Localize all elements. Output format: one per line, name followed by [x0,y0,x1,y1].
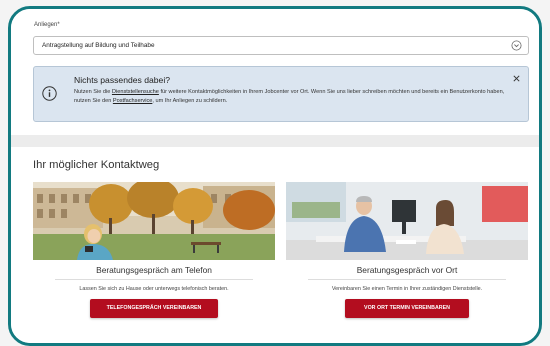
app-frame: Anliegen* Antragstellung auf Bildung und… [8,6,542,346]
chevron-down-icon [511,40,522,51]
onsite-card-title: Beratungsgespräch vor Ort [356,265,458,275]
phone-card-text: Lassen Sie sich zu Hause oder unterwegs … [79,286,229,292]
select-value: Antragstellung auf Bildung und Teilhabe [42,42,155,49]
postfachservice-link[interactable]: Postfachservice [113,98,152,104]
onsite-card-text: Vereinbaren Sie einen Termin in Ihrer zu… [331,286,483,292]
onsite-card: Beratungsgespräch vor Ort Vereinbaren Si… [286,182,528,332]
info-text: Nutzen Sie die Dienststellensuche für we… [74,88,514,105]
section-divider [11,135,539,147]
phone-consultation-image [33,182,275,260]
info-text-part: , um Ihr Anliegen zu schildern. [152,97,228,104]
onsite-consultation-image [286,182,528,260]
form-section: Anliegen* Antragstellung auf Bildung und… [11,9,539,135]
anliegen-label: Anliegen* [34,22,60,28]
info-title: Nichts passendes dabei? [74,75,171,85]
onsite-appointment-button[interactable]: VOR ORT TERMIN VEREINBAREN [345,299,469,318]
divider [308,279,506,280]
info-box: Nichts passendes dabei? Nutzen Sie die D… [33,66,529,122]
phone-card-title: Beratungsgespräch am Telefon [96,265,212,275]
anliegen-select[interactable]: Antragstellung auf Bildung und Teilhabe [33,36,529,55]
dienststellensuche-link[interactable]: Dienststellensuche [112,89,159,95]
contact-section: Ihr möglicher Kontaktweg Beratungsgesprä… [11,147,539,343]
info-text-part: Nutzen Sie die [74,89,112,95]
phone-appointment-button[interactable]: TELEFONGESPRÄCH VEREINBAREN [90,299,218,318]
close-icon[interactable] [513,75,520,82]
divider [55,279,253,280]
info-icon [42,86,57,101]
phone-card: Beratungsgespräch am Telefon Lassen Sie … [33,182,275,332]
contact-title: Ihr möglicher Kontaktweg [33,159,160,171]
